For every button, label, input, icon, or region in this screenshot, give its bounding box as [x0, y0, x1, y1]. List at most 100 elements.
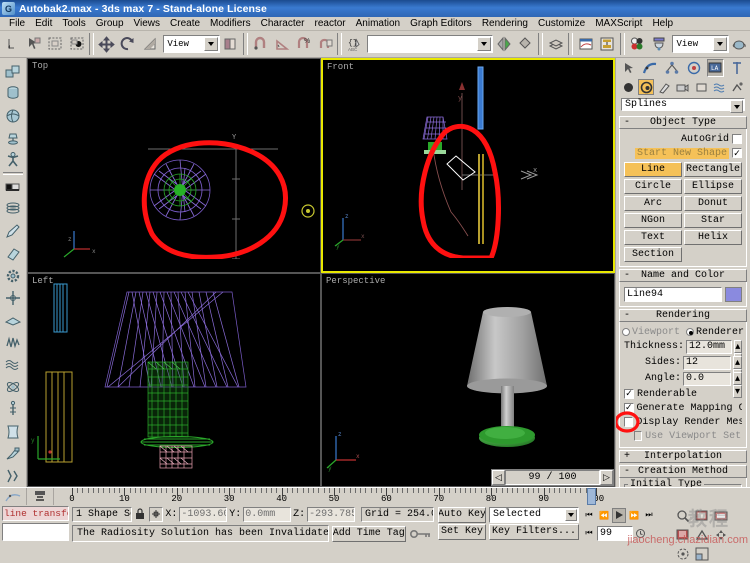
eraser-icon[interactable] — [2, 243, 25, 265]
cylinder-icon[interactable] — [2, 82, 25, 104]
chevron-right-icon[interactable]: ▷ — [600, 470, 613, 485]
select-and-link-icon[interactable] — [23, 33, 45, 55]
select-and-scale-icon[interactable] — [138, 33, 161, 55]
timeline-ruler[interactable]: 0 10 20 30 40 50 60 70 80 90 100 — [54, 488, 750, 505]
thickness-spinner[interactable]: ▴▾ — [733, 339, 742, 366]
rollout-interpolation-header[interactable]: + Interpolation — [619, 450, 747, 463]
atom-icon[interactable] — [2, 376, 25, 398]
chevron-down-icon[interactable] — [203, 37, 218, 51]
motion-tab-icon[interactable] — [685, 59, 703, 77]
star-button[interactable]: Star — [684, 213, 742, 228]
named-selection-field[interactable] — [367, 35, 494, 53]
key-filters-button[interactable]: Key Filters... — [488, 523, 579, 540]
cameras-icon[interactable] — [675, 79, 691, 95]
viewport-radio[interactable] — [621, 328, 630, 336]
space-warps-icon[interactable] — [712, 79, 728, 95]
paint-icon[interactable] — [2, 443, 25, 465]
pencil-icon[interactable] — [2, 221, 25, 243]
absolute-relative-transform-icon[interactable] — [148, 506, 164, 522]
systems-icon[interactable] — [730, 79, 746, 95]
modify-tab-icon[interactable] — [641, 59, 659, 77]
coord-z-field[interactable]: -293.785 — [307, 506, 356, 522]
named-selection-sets-icon[interactable]: {} ABC — [344, 33, 366, 55]
text-button[interactable]: Text — [624, 230, 682, 245]
layer-manager-icon[interactable] — [544, 33, 567, 55]
arc-button[interactable]: Arc — [624, 196, 682, 211]
plane-icon[interactable] — [2, 309, 25, 331]
material-swatch-icon[interactable] — [2, 176, 25, 198]
renderer-radio[interactable] — [686, 328, 694, 336]
object-name-input[interactable]: Line94 — [624, 287, 722, 302]
menu-item-help[interactable]: Help — [647, 17, 678, 31]
select-and-rotate-icon[interactable] — [117, 33, 139, 55]
ellipse-button[interactable]: Ellipse — [684, 179, 742, 194]
section-button[interactable]: Section — [624, 247, 682, 262]
biped-icon[interactable] — [2, 149, 25, 171]
use-pivot-point-center-icon[interactable] — [219, 33, 241, 55]
object-category-dropdown[interactable]: Splines — [621, 98, 745, 113]
set-key-button[interactable]: Set Key — [437, 523, 486, 540]
rollout-name-and-color-header[interactable]: - Name and Color — [619, 269, 747, 282]
open-mini-curve-editor-icon[interactable] — [0, 488, 27, 505]
rollout-object-type-header[interactable]: - Object Type — [619, 116, 747, 129]
ngon-button[interactable]: NGon — [624, 213, 682, 228]
viewport-perspective[interactable]: Perspective z x y ◁ 99 / 100 ▷ — [321, 272, 615, 487]
geometry-icon[interactable] — [620, 79, 636, 95]
chevron-down-icon[interactable] — [564, 508, 577, 521]
helix-button[interactable]: Helix — [684, 230, 742, 245]
viewport-top[interactable]: Top Y z x — [27, 58, 321, 273]
lamp-object-icon[interactable] — [2, 127, 25, 149]
ik-icon[interactable] — [2, 465, 25, 487]
percent-snap-icon[interactable]: % — [292, 33, 314, 55]
menu-item-maxscript[interactable]: MAXScript — [590, 17, 647, 31]
display-tab-icon[interactable]: LA — [706, 59, 724, 77]
line-button[interactable]: Line — [624, 162, 682, 177]
sides-input[interactable]: 12 — [683, 355, 731, 370]
select-and-move-icon[interactable] — [96, 33, 118, 55]
start-new-shape-checkbox[interactable]: ✓ — [732, 148, 742, 158]
align-icon[interactable] — [514, 33, 537, 55]
skeleton-icon[interactable] — [2, 398, 25, 420]
coord-x-field[interactable]: -1093.60 — [179, 506, 228, 522]
bind-to-space-warp-icon[interactable] — [66, 33, 88, 55]
coil-icon[interactable] — [2, 198, 25, 220]
angle-spinner[interactable]: ▴ ▾ — [733, 371, 742, 398]
auto-key-button[interactable]: Auto Key — [437, 506, 486, 523]
rollout-creation-method-header[interactable]: - Creation Method — [619, 465, 747, 478]
menu-item-reactor[interactable]: reactor — [310, 17, 351, 31]
material-editor-icon[interactable] — [626, 33, 649, 55]
spinner-snap-icon[interactable] — [313, 33, 336, 55]
menu-item-file[interactable]: File — [4, 17, 30, 31]
chevron-down-icon[interactable] — [712, 37, 727, 51]
goto-start-icon[interactable]: ⏮ — [582, 508, 596, 523]
gear-icon[interactable] — [2, 265, 25, 287]
menu-item-group[interactable]: Group — [91, 17, 129, 31]
coord-y-field[interactable]: 0.0mm — [243, 506, 292, 522]
utilities-tab-icon[interactable] — [728, 59, 746, 77]
cloth-icon[interactable] — [2, 420, 25, 442]
menu-item-customize[interactable]: Customize — [533, 17, 590, 31]
chevron-down-icon[interactable] — [730, 100, 743, 113]
menu-item-modifiers[interactable]: Modifiers — [205, 17, 256, 31]
chevron-left-icon[interactable]: ◁ — [492, 470, 505, 485]
menu-item-graph-editors[interactable]: Graph Editors — [405, 17, 477, 31]
quick-render-teapot-icon[interactable] — [728, 33, 750, 55]
menu-item-rendering[interactable]: Rendering — [477, 17, 533, 31]
geometry-box-icon[interactable] — [2, 60, 25, 82]
add-time-tag-button[interactable]: Add Time Tag — [331, 525, 406, 542]
time-slider-handle[interactable] — [586, 488, 596, 505]
snaps-toggle-icon[interactable] — [249, 33, 272, 55]
renderable-checkbox[interactable]: ✓ — [624, 389, 634, 399]
curve-editor-icon[interactable] — [575, 33, 597, 55]
sides-spinner[interactable]: ▴▾ — [733, 355, 742, 382]
play-animation-icon[interactable] — [611, 507, 626, 523]
key-icon[interactable] — [409, 525, 434, 542]
undo-icon[interactable] — [2, 33, 24, 55]
generate-mapping-checkbox[interactable]: ✓ — [624, 403, 634, 413]
viewport-front[interactable]: Front y x z x y — [321, 58, 615, 273]
autogrid-checkbox[interactable] — [732, 134, 742, 144]
next-frame-icon[interactable]: ⏩ — [627, 508, 641, 523]
circle-button[interactable]: Circle — [624, 179, 682, 194]
use-viewport-checkbox[interactable] — [634, 431, 643, 441]
selection-list-dropdown[interactable]: Selected — [488, 506, 579, 523]
